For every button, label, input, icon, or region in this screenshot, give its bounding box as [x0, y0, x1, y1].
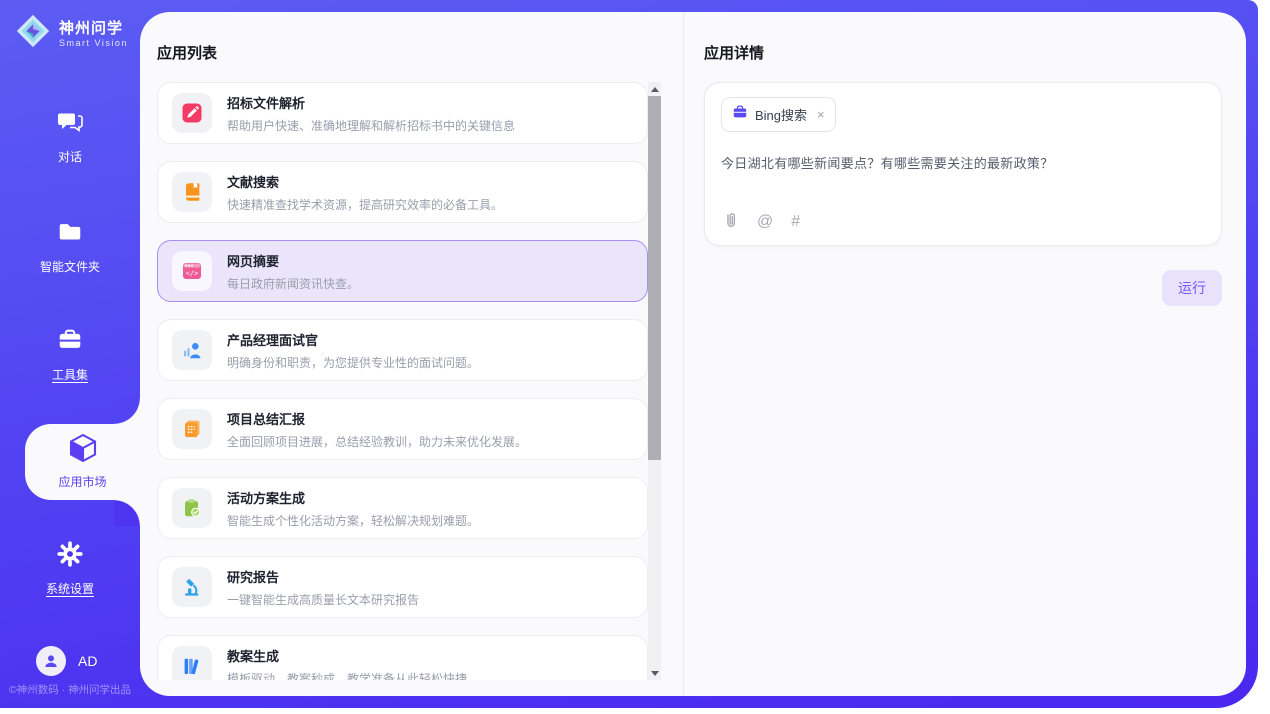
- sidebar-item-toolset[interactable]: 工具集: [0, 326, 140, 383]
- tool-tag-bing-search: Bing搜索 ×: [721, 97, 836, 132]
- brand-logo: 神州问学 Smart Vision: [14, 12, 128, 55]
- edit-document-icon: [172, 93, 212, 133]
- brand-title: 神州问学: [59, 20, 128, 38]
- hash-icon[interactable]: #: [791, 213, 800, 231]
- app-detail-title: 应用详情: [704, 42, 764, 63]
- app-description: 一键智能生成高质量长文本研究报告: [227, 591, 419, 608]
- app-card[interactable]: 产品经理面试官 明确身份和职责，为您提供专业性的面试问题。: [157, 319, 648, 381]
- copyright-footer: ©神州数码 · 神州问学出品: [0, 682, 140, 697]
- clipboard-check-icon: [172, 488, 212, 528]
- tool-tag-label: Bing搜索: [755, 105, 807, 124]
- app-name: 文献搜索: [227, 172, 503, 191]
- folder-icon: [56, 233, 84, 250]
- list-scrollbar[interactable]: [648, 82, 661, 680]
- gear-icon: [56, 555, 84, 572]
- scrollbar-down-arrow[interactable]: [648, 666, 661, 680]
- toolbox-icon: [56, 341, 84, 358]
- composer-toolbar: @ #: [722, 211, 800, 233]
- app-description: 快速精准查找学术资源，提高研究效率的必备工具。: [227, 196, 503, 213]
- brand-subtitle: Smart Vision: [59, 38, 128, 48]
- app-description: 全面回顾项目进展，总结经验教训，助力未来优化发展。: [227, 433, 527, 450]
- query-text[interactable]: 今日湖北有哪些新闻要点？有哪些需要关注的最新政策？: [721, 153, 1205, 172]
- browser-code-icon: </>: [172, 251, 212, 291]
- sidebar-item-label: 对话: [0, 148, 140, 165]
- app-card[interactable]: 文献搜索 快速精准查找学术资源，提高研究效率的必备工具。: [157, 161, 648, 223]
- sidebar-item-label: 应用市场: [25, 473, 140, 490]
- sidebar-item-smart-folders[interactable]: 智能文件夹: [0, 218, 140, 275]
- sidebar-item-label: 智能文件夹: [0, 258, 140, 275]
- user-account[interactable]: AD: [36, 646, 97, 676]
- app-description: 每日政府新闻资讯快查。: [227, 275, 359, 292]
- briefcase-icon: [732, 104, 748, 125]
- scrollbar-up-arrow[interactable]: [648, 82, 661, 96]
- run-button[interactable]: 运行: [1162, 270, 1222, 306]
- books-icon: [172, 646, 212, 680]
- sidebar-item-app-market-active[interactable]: 应用市场: [25, 424, 140, 500]
- app-name: 教案生成: [227, 646, 467, 665]
- chat-icon: [56, 123, 84, 140]
- cube-icon: [66, 452, 100, 469]
- app-name: 招标文件解析: [227, 93, 515, 112]
- close-icon[interactable]: ×: [817, 108, 825, 121]
- app-card[interactable]: 招标文件解析 帮助用户快速、准确地理解和解析招标书中的关键信息: [157, 82, 648, 144]
- app-list-title: 应用列表: [157, 42, 217, 63]
- app-card[interactable]: 项目总结汇报 全面回顾项目进展，总结经验教训，助力未来优化发展。: [157, 398, 648, 460]
- app-name: 产品经理面试官: [227, 330, 479, 349]
- app-description: 模板驱动，教案秒成，教学准备从此轻松快捷: [227, 670, 467, 681]
- user-label: AD: [78, 653, 97, 669]
- sidebar-item-chat[interactable]: 对话: [0, 108, 140, 165]
- report-document-icon: [172, 409, 212, 449]
- app-card[interactable]: 活动方案生成 智能生成个性化活动方案，轻松解决规划难题。: [157, 477, 648, 539]
- mention-icon[interactable]: @: [757, 213, 773, 231]
- app-description: 智能生成个性化活动方案，轻松解决规划难题。: [227, 512, 479, 529]
- sidebar-item-label: 工具集: [0, 366, 140, 383]
- app-name: 活动方案生成: [227, 488, 479, 507]
- app-description: 帮助用户快速、准确地理解和解析招标书中的关键信息: [227, 117, 515, 134]
- avatar: [36, 646, 66, 676]
- app-card-selected[interactable]: </> 网页摘要 每日政府新闻资讯快查。: [157, 240, 648, 302]
- book-icon: [172, 172, 212, 212]
- app-name: 网页摘要: [227, 251, 359, 270]
- attachment-icon[interactable]: [722, 211, 739, 233]
- sidebar: 神州问学 Smart Vision 对话 智能文件夹: [0, 0, 140, 708]
- sidebar-item-label: 系统设置: [0, 580, 140, 597]
- app-card[interactable]: 教案生成 模板驱动，教案秒成，教学准备从此轻松快捷: [157, 635, 648, 680]
- app-name: 研究报告: [227, 567, 419, 586]
- app-detail-panel: 应用详情 Bing搜索 × 今日湖北有哪些新闻要点？有哪些需要关注的最新政策？: [684, 12, 1246, 696]
- content-area: 应用列表 招标文件解析 帮助用户快速、准确地理解和解析招标书中的关键信息: [140, 12, 1246, 696]
- app-window: 神州问学 Smart Vision 对话 智能文件夹: [0, 0, 1270, 714]
- sidebar-item-system-settings[interactable]: 系统设置: [0, 540, 140, 597]
- interviewer-icon: [172, 330, 212, 370]
- app-list: 招标文件解析 帮助用户快速、准确地理解和解析招标书中的关键信息 文献搜索 快速精…: [157, 82, 648, 680]
- microscope-icon: [172, 567, 212, 607]
- svg-text:</>: </>: [186, 270, 199, 278]
- app-description: 明确身份和职责，为您提供专业性的面试问题。: [227, 354, 479, 371]
- app-name: 项目总结汇报: [227, 409, 527, 428]
- app-card[interactable]: 研究报告 一键智能生成高质量长文本研究报告: [157, 556, 648, 618]
- prompt-card: Bing搜索 × 今日湖北有哪些新闻要点？有哪些需要关注的最新政策？ @ #: [704, 82, 1222, 246]
- scrollbar-thumb[interactable]: [648, 96, 661, 460]
- diamond-logo-icon: [14, 12, 52, 55]
